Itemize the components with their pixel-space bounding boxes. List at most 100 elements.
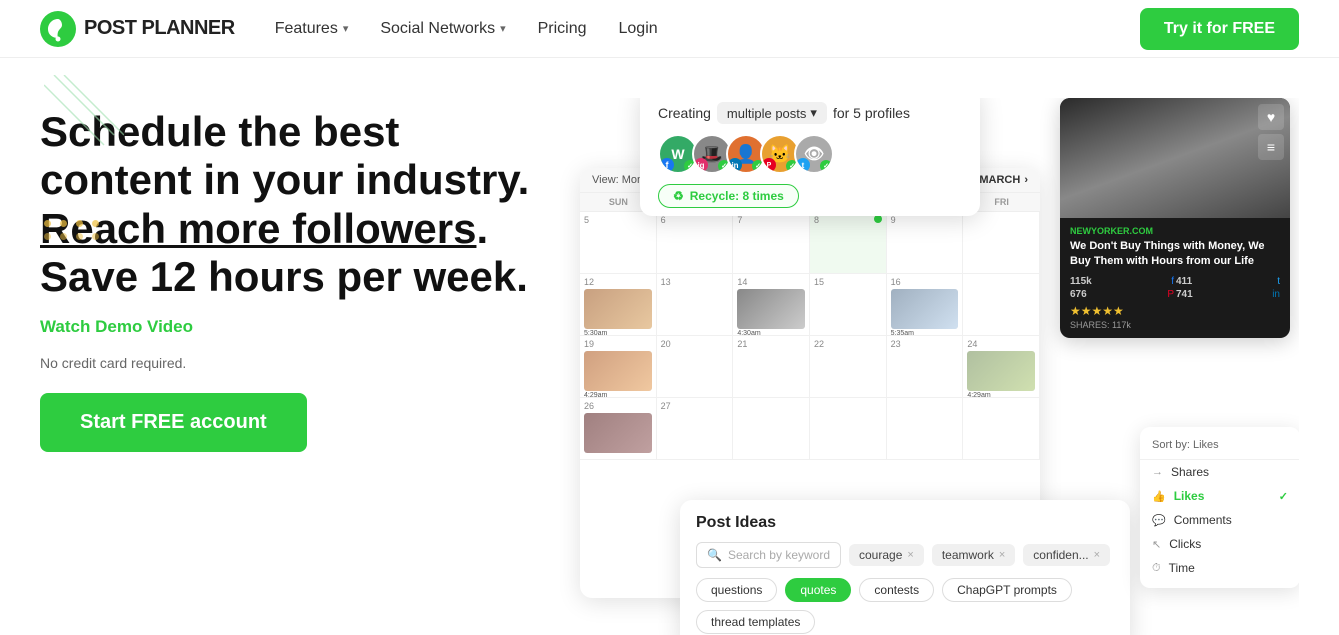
suggestion-quotes[interactable]: quotes xyxy=(785,578,851,602)
stat-twitter: 411 t xyxy=(1176,276,1280,287)
stat-linkedin: 741 in xyxy=(1176,289,1280,300)
suggestion-questions[interactable]: questions xyxy=(696,578,777,602)
cal-cell-16: 16 5:35am xyxy=(887,274,964,336)
for-profiles-label: for 5 profiles xyxy=(833,105,910,121)
cal-cell-24: 24 4:29am xyxy=(963,336,1040,398)
post-ideas-panel: Post Ideas 🔍 Search by keyword courage ×… xyxy=(680,500,1130,635)
article-body: NEWYORKER.COM We Don't Buy Things with M… xyxy=(1060,218,1290,338)
cal-cell-13: 13 xyxy=(657,274,734,336)
sort-panel: Sort by: Likes → Shares 👍 Likes ✓ 💬 Comm… xyxy=(1140,427,1299,588)
logo[interactable]: POST PLANNER xyxy=(40,11,235,47)
cal-cell-12: 12 5:30am xyxy=(580,274,657,336)
cal-cell-9: 9 xyxy=(887,212,964,274)
cal-cell-23: 23 xyxy=(887,336,964,398)
avatar-5: 👁 ✓ t xyxy=(794,134,834,174)
sort-item-clicks[interactable]: ↖ Clicks xyxy=(1140,532,1299,556)
tag-teamwork[interactable]: teamwork × xyxy=(932,544,1015,566)
sort-item-shares[interactable]: → Shares xyxy=(1140,460,1299,484)
logo-icon xyxy=(40,11,76,47)
article-stars: ★★★★★ xyxy=(1070,304,1280,318)
navbar-left: POST PLANNER Features ▾ Social Networks … xyxy=(40,11,658,47)
hero-left: Schedule the best content in your indust… xyxy=(40,98,560,635)
cal-cell-19: 19 4:29am xyxy=(580,336,657,398)
main-content: Schedule the best content in your indust… xyxy=(0,58,1339,635)
start-free-account-button[interactable]: Start FREE account xyxy=(40,393,307,452)
cal-cell-31 xyxy=(963,398,1040,460)
tag-courage[interactable]: courage × xyxy=(849,544,924,566)
tag-teamwork-remove[interactable]: × xyxy=(999,549,1005,561)
navbar: POST PLANNER Features ▾ Social Networks … xyxy=(0,0,1339,58)
creating-label: Creating xyxy=(658,105,711,121)
try-free-button[interactable]: Try it for FREE xyxy=(1140,8,1299,50)
avatar-5-check: ✓ xyxy=(820,160,832,172)
nav-social-networks[interactable]: Social Networks ▾ xyxy=(380,20,505,38)
shares-sort-icon: → xyxy=(1152,466,1163,478)
likes-check-icon: ✓ xyxy=(1279,490,1288,503)
recycle-badge[interactable]: ♻ Recycle: 8 times xyxy=(658,184,799,208)
list-action-icon[interactable]: ≡ xyxy=(1258,134,1284,160)
cal-cell-28 xyxy=(733,398,810,460)
avatars-row: W ✓ f 🎩 ✓ ig 👤 ✓ in xyxy=(658,134,962,174)
cal-thumb-24 xyxy=(967,351,1035,391)
hero-right: Creating multiple posts ▾ for 5 profiles… xyxy=(560,98,1299,635)
facebook-stat-icon: f xyxy=(1171,276,1174,287)
search-icon: 🔍 xyxy=(707,548,722,562)
nav-pricing[interactable]: Pricing xyxy=(538,20,587,38)
sort-item-time[interactable]: ⏱ Time xyxy=(1140,556,1299,580)
sort-item-likes[interactable]: 👍 Likes ✓ xyxy=(1140,484,1299,508)
hero-decoration xyxy=(44,75,124,160)
nav-features[interactable]: Features ▾ xyxy=(275,20,349,38)
creating-badge[interactable]: multiple posts ▾ xyxy=(717,102,827,124)
cal-cell-30 xyxy=(887,398,964,460)
article-source: NEWYORKER.COM xyxy=(1070,226,1280,236)
decorative-dots xyxy=(44,220,102,240)
article-title: We Don't Buy Things with Money, We Buy T… xyxy=(1070,239,1280,270)
tag-confidence-remove[interactable]: × xyxy=(1094,549,1100,561)
features-chevron-icon: ▾ xyxy=(343,22,349,35)
cal-cell-26: 26 xyxy=(580,398,657,460)
cal-cell-20: 20 xyxy=(657,336,734,398)
suggestions-row: questions quotes contests ChapGPT prompt… xyxy=(696,578,1114,634)
cal-cell-29 xyxy=(810,398,887,460)
cal-cell-21: 21 xyxy=(733,336,810,398)
nav-links: Features ▾ Social Networks ▾ Pricing Log… xyxy=(275,20,658,38)
tag-courage-remove[interactable]: × xyxy=(907,549,913,561)
cal-cell-5: 5 xyxy=(580,212,657,274)
logo-text: POST PLANNER xyxy=(84,17,235,40)
sort-item-comments[interactable]: 💬 Comments xyxy=(1140,508,1299,532)
cal-cell-17 xyxy=(963,274,1040,336)
suggestion-thread-templates[interactable]: thread templates xyxy=(696,610,815,634)
watch-demo-link[interactable]: Watch Demo Video xyxy=(40,317,560,337)
cal-cell-14: 14 4:30am xyxy=(733,274,810,336)
mockup-wrapper: Creating multiple posts ▾ for 5 profiles… xyxy=(580,98,1280,635)
tag-confidence[interactable]: confiden... × xyxy=(1023,544,1110,566)
cal-thumb-16 xyxy=(891,289,959,329)
cal-cell-22: 22 xyxy=(810,336,887,398)
nav-login[interactable]: Login xyxy=(619,20,658,38)
cal-cell-8-today: 8 xyxy=(810,212,887,274)
post-ideas-title: Post Ideas xyxy=(696,514,1114,532)
cal-thumb-26 xyxy=(584,413,652,453)
cal-cell-6: 6 xyxy=(657,212,734,274)
suggestion-chatgpt[interactable]: ChapGPT prompts xyxy=(942,578,1072,602)
comments-sort-icon: 💬 xyxy=(1152,514,1166,527)
stat-facebook: 115k f xyxy=(1070,276,1174,287)
cal-thumb-12 xyxy=(584,289,652,329)
article-stats: 115k f 411 t 676 P 741 i xyxy=(1070,276,1280,300)
badge-chevron-icon: ▾ xyxy=(810,105,817,121)
sort-header[interactable]: Sort by: Likes xyxy=(1140,435,1299,460)
creating-row: Creating multiple posts ▾ for 5 profiles xyxy=(658,102,962,124)
creating-popup: Creating multiple posts ▾ for 5 profiles… xyxy=(640,98,980,216)
stat-pinterest: 676 P xyxy=(1070,289,1174,300)
keyword-search-box[interactable]: 🔍 Search by keyword xyxy=(696,542,841,568)
shares-label: SHARES: 117k xyxy=(1070,320,1280,330)
cal-cell-7: 7 xyxy=(733,212,810,274)
cal-cell-27: 27 xyxy=(657,398,734,460)
recycle-icon: ♻ xyxy=(673,189,684,203)
suggestion-contests[interactable]: contests xyxy=(859,578,934,602)
article-actions: ♥ ≡ xyxy=(1258,104,1284,160)
pinterest-stat-icon: P xyxy=(1167,289,1174,300)
cal-thumb-14 xyxy=(737,289,805,329)
heart-action-icon[interactable]: ♥ xyxy=(1258,104,1284,130)
navbar-right: Try it for FREE xyxy=(1140,8,1299,50)
